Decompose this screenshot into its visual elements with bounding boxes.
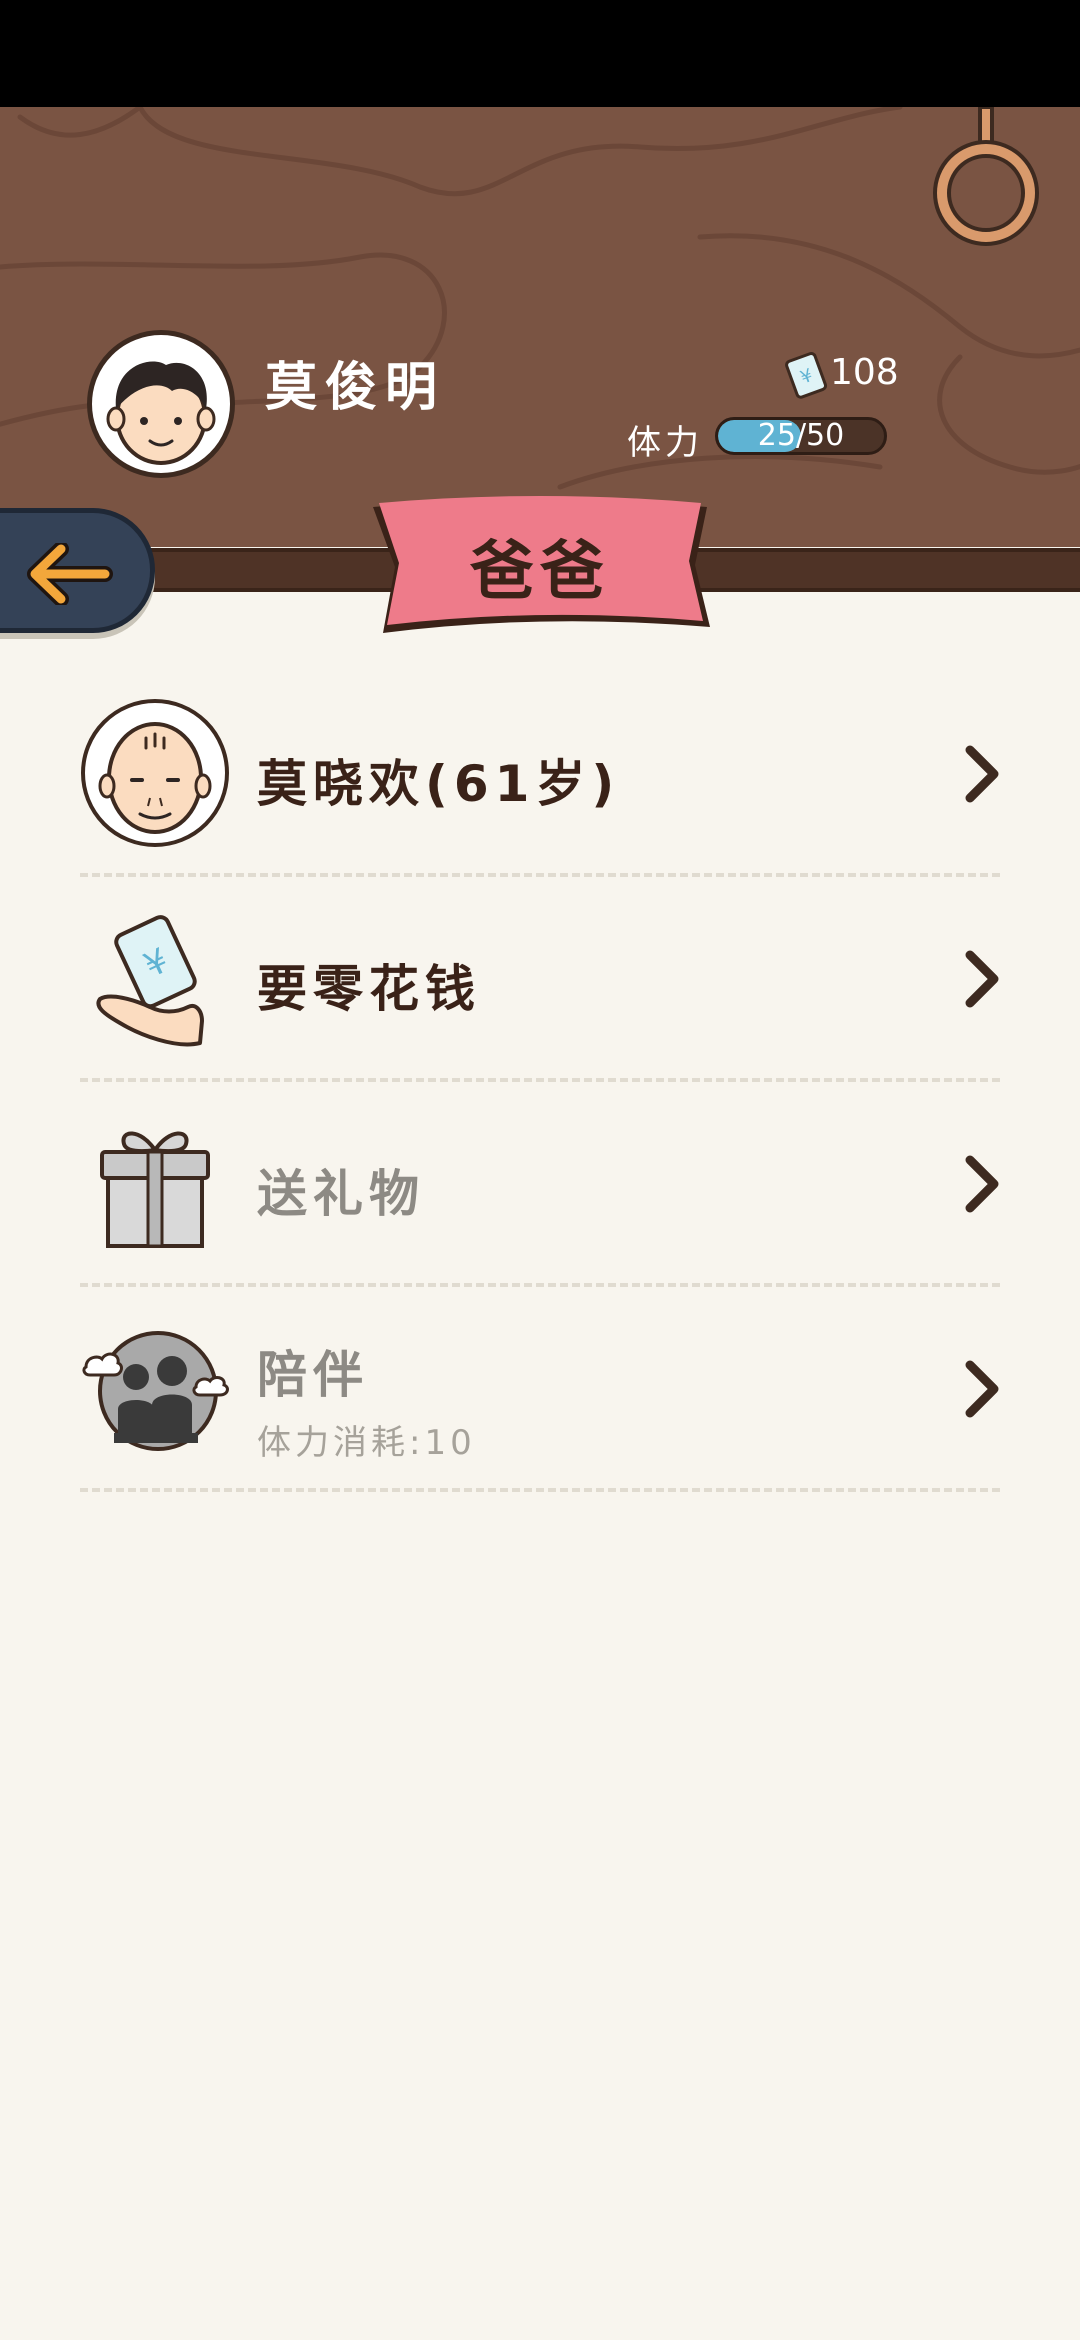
companion-silhouette-icon [82, 1331, 229, 1451]
gift-box-icon [100, 1131, 210, 1248]
wood-grain-pattern [0, 107, 1080, 490]
stamina-cost-label: 体力消耗:10 [257, 1423, 476, 1463]
chevron-right-icon [965, 1360, 999, 1418]
menu-label: 要零花钱 [257, 960, 481, 1018]
back-button[interactable] [0, 508, 155, 633]
back-arrow-icon [27, 543, 113, 605]
stamina-bar: 25/50 [715, 417, 887, 455]
menu-item-grandfather[interactable]: 莫晓欢(61岁) [80, 672, 1000, 877]
chevron-right-icon [965, 745, 999, 803]
menu-item-pocket-money[interactable]: ¥ 要零花钱 [80, 877, 1000, 1082]
menu-label: 莫晓欢(61岁) [257, 755, 621, 813]
player-avatar[interactable] [87, 330, 235, 478]
stamina-value: 25/50 [757, 418, 845, 453]
menu-label: 送礼物 [257, 1165, 425, 1223]
page-title: 爸爸 [470, 535, 610, 609]
wood-header [0, 107, 1080, 547]
stamina-label: 体力 [627, 423, 703, 463]
menu-item-gift[interactable]: 送礼物 [80, 1082, 1000, 1287]
menu-item-companion[interactable]: 陪伴 体力消耗:10 [80, 1287, 1000, 1492]
ring-hook-icon[interactable] [930, 107, 1040, 247]
boy-face-icon [106, 361, 216, 465]
menu-label: 陪伴 [257, 1346, 369, 1404]
grandfather-avatar-icon [81, 699, 229, 847]
chevron-right-icon [965, 950, 999, 1008]
status-bar [0, 0, 1080, 107]
hand-money-icon: ¥ [96, 915, 204, 1047]
menu-divider [80, 1488, 1000, 1492]
chevron-right-icon [965, 1155, 999, 1213]
money-count: 108 [830, 352, 899, 393]
player-name: 莫俊明 [265, 358, 446, 418]
money-bill-icon: ¥ [785, 351, 828, 399]
